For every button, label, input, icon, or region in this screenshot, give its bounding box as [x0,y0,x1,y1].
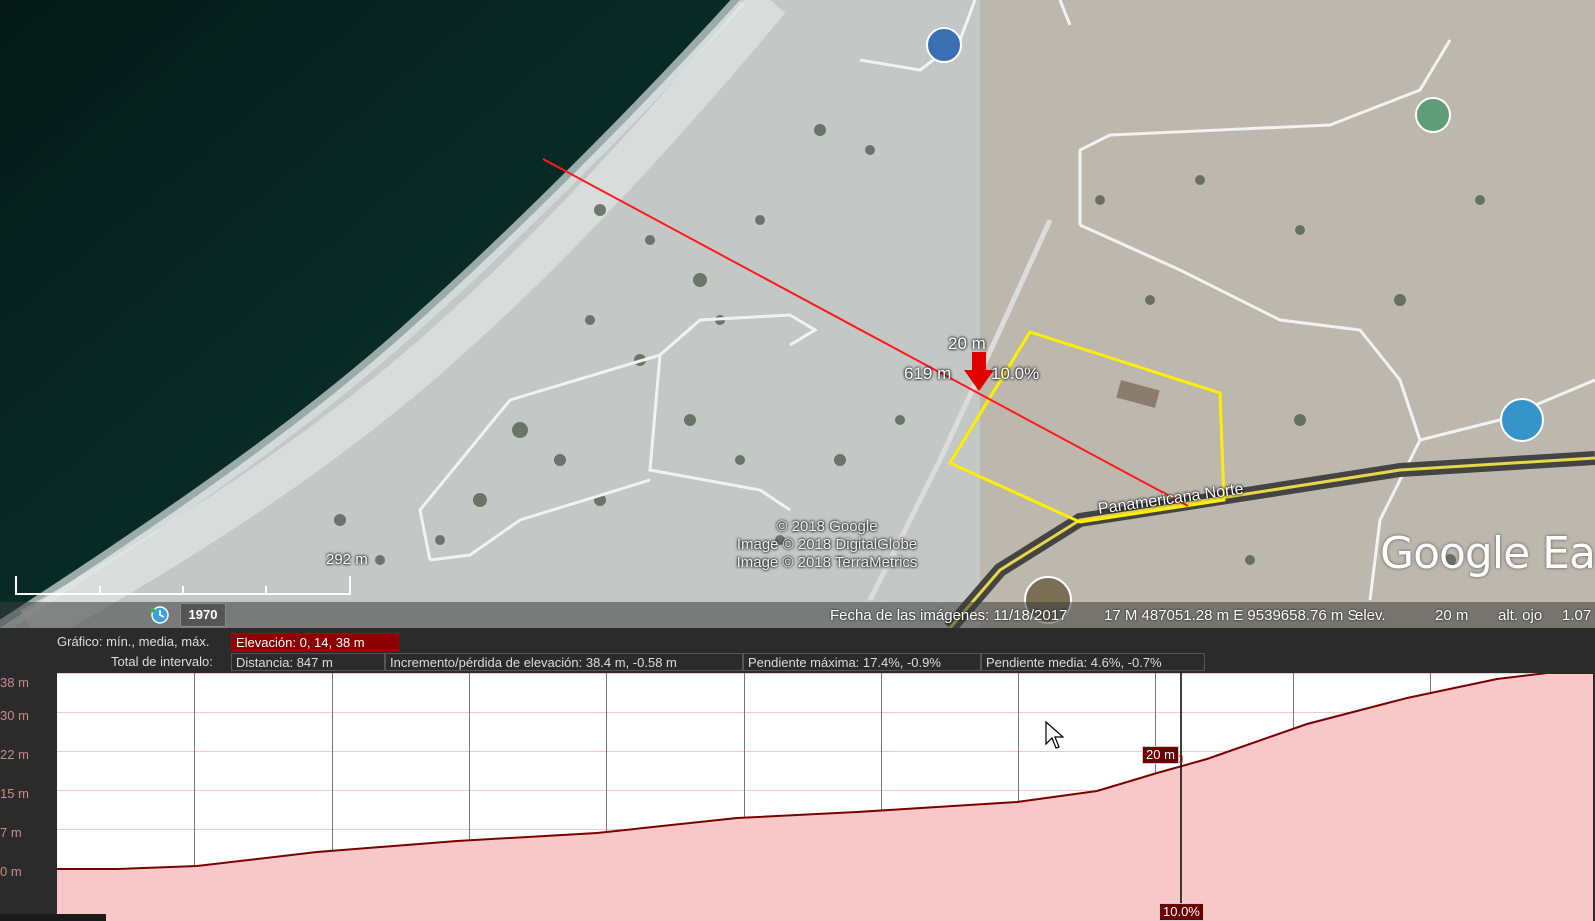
y-tick-label: 7 m [0,825,22,840]
y-tick-label: 0 m [0,864,22,879]
cursor-slope-tag: 10.0% [1159,903,1204,921]
y-tick-label: 15 m [0,786,29,801]
y-tick-label: 22 m [0,747,29,762]
elevation-label: elev. [1355,607,1386,624]
elevation-value: 20 m [1435,607,1469,624]
scale-bar-label: 292 m [326,551,368,568]
credit-line: © 2018 Google [776,518,878,535]
eye-altitude-value: 1.07 k [1562,607,1595,624]
imagery-date: Fecha de las imágenes: 11/18/2017 [830,607,1068,624]
cursor-elevation-tag: 20 m [1142,746,1179,764]
map-view[interactable]: 20 m 619 m 10.0% Panamericana Norte © 20… [0,0,1595,628]
path-slope-label: 10.0% [991,364,1040,383]
coordinates-readout: 17 M 487051.28 m E 9539658.76 m S [1104,607,1358,624]
path-elevation-label: 20 m [948,334,986,353]
elevation-gain-box[interactable]: Incremento/pérdida de elevación: 38.4 m,… [385,653,743,671]
avg-slope-box[interactable]: Pendiente media: 4.6%, -0.7% [981,653,1205,671]
historical-imagery-clock-icon[interactable] [150,605,170,625]
credit-line: Image © 2018 TerraMetrics [736,554,918,571]
path-distance-label: 619 m [904,364,952,383]
imagery-credits: © 2018 Google Image © 2018 DigitalGlobe … [722,518,932,572]
y-tick-label: 30 m [0,708,29,723]
credit-line: Image © 2018 DigitalGlobe [736,536,918,553]
range-total-label: Total de intervalo: [111,654,213,669]
eye-altitude-label: alt. ojo [1498,607,1543,624]
historical-year-badge[interactable]: 1970 [180,603,226,627]
elevation-summary-box[interactable]: Elevación: 0, 14, 38 m [231,633,399,651]
graph-summary-label: Gráfico: mín., media, máx. [57,634,210,649]
mouse-pointer-icon [1045,720,1064,749]
panel-footer-tab [0,914,106,921]
google-earth-logo: Google Ear [1380,528,1595,579]
elevation-profile-chart[interactable] [57,673,1593,921]
max-slope-box[interactable]: Pendiente máxima: 17.4%, -0.9% [743,653,981,671]
distance-box[interactable]: Distancia: 847 m [231,653,385,671]
y-tick-label: 38 m [0,675,29,690]
